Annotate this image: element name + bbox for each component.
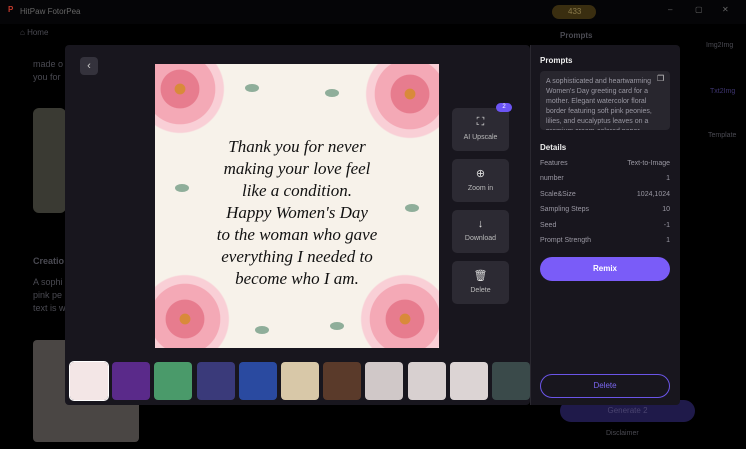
maximize-icon[interactable]: ▢ bbox=[695, 5, 703, 14]
app-title: HitPaw FotorPea bbox=[20, 7, 81, 16]
detail-value: -1 bbox=[663, 221, 670, 229]
home-nav[interactable]: ⌂ Home bbox=[20, 28, 48, 37]
minimize-icon[interactable]: – bbox=[668, 5, 672, 14]
zoom-in-label: Zoom in bbox=[467, 185, 494, 192]
app-logo-icon: P bbox=[8, 5, 14, 14]
title-bar: P HitPaw FotorPea 433 – ▢ ✕ bbox=[0, 0, 746, 24]
thumbnail[interactable] bbox=[407, 362, 446, 400]
thumbnail[interactable] bbox=[449, 362, 488, 400]
thumbnail[interactable] bbox=[69, 361, 109, 401]
thumbnail[interactable] bbox=[323, 362, 362, 400]
bg-snippet: made o you for bbox=[33, 59, 64, 82]
detail-value: Text-to-Image bbox=[627, 160, 670, 167]
remix-button[interactable]: Remix bbox=[540, 257, 670, 281]
coin-balance[interactable]: 433 bbox=[552, 5, 596, 19]
detail-key: Seed bbox=[540, 221, 557, 229]
thumbnail[interactable] bbox=[281, 362, 319, 400]
trash-icon: 🗑 bbox=[473, 270, 488, 282]
thumbnail[interactable] bbox=[238, 362, 277, 400]
bg-prompts-title: Prompts bbox=[560, 31, 593, 40]
cost-badge: 2 bbox=[496, 103, 512, 112]
home-label: Home bbox=[27, 28, 49, 37]
detail-row: Features Text-to-Image bbox=[540, 160, 670, 167]
thumbnail[interactable] bbox=[492, 362, 530, 400]
delete-button[interactable]: Delete bbox=[540, 374, 670, 398]
back-button[interactable]: ‹ bbox=[80, 57, 98, 75]
sidebar-img2img[interactable]: Img2Img bbox=[706, 42, 733, 49]
delete-label: Delete bbox=[470, 287, 491, 294]
detail-key: Features bbox=[540, 160, 568, 167]
copy-icon[interactable]: ❐ bbox=[657, 74, 664, 83]
delete-image-button[interactable]: 🗑 Delete bbox=[452, 261, 509, 304]
detail-row: Seed -1 bbox=[540, 222, 670, 229]
download-button[interactable]: ↓ Download bbox=[452, 210, 509, 253]
ai-upscale-button[interactable]: ⛶ AI Upscale bbox=[452, 108, 509, 151]
bg-snippet-2: A sophi pink pe text is w bbox=[33, 277, 66, 313]
close-icon[interactable]: ✕ bbox=[722, 5, 729, 14]
detail-row: Scale&Size 1024,1024 bbox=[540, 191, 670, 198]
generated-image: Thank you for never making your love feel… bbox=[155, 64, 439, 348]
sidebar-txt2img[interactable]: Txt2Img bbox=[710, 88, 735, 95]
zoom-in-icon: ⊕ bbox=[475, 168, 486, 180]
prompt-text[interactable]: A sophisticated and heartwarming Women's… bbox=[540, 71, 670, 130]
prompts-title: Prompts bbox=[540, 56, 573, 65]
detail-value: 1 bbox=[666, 237, 670, 244]
detail-row: Sampling Steps 10 bbox=[540, 206, 670, 213]
detail-row: Prompt Strength 1 bbox=[540, 237, 670, 244]
thumbnail[interactable] bbox=[112, 362, 151, 400]
bg-image bbox=[33, 108, 66, 213]
detail-key: Prompt Strength bbox=[540, 237, 591, 244]
download-label: Download bbox=[464, 235, 497, 242]
upscale-icon: ⛶ bbox=[476, 116, 485, 128]
disclaimer-link[interactable]: Disclaimer bbox=[606, 430, 639, 437]
ai-upscale-label: AI Upscale bbox=[463, 134, 498, 141]
detail-row: number 1 bbox=[540, 175, 670, 182]
detail-value: 1 bbox=[666, 175, 670, 183]
bg-creation-title: Creatio bbox=[33, 256, 65, 266]
detail-value: 1024,1024 bbox=[636, 190, 670, 198]
thumbnail[interactable] bbox=[365, 362, 404, 400]
detail-key: number bbox=[540, 175, 564, 183]
detail-key: Sampling Steps bbox=[540, 206, 590, 214]
download-icon: ↓ bbox=[477, 218, 484, 230]
card-text: Thank you for never making your love feel… bbox=[216, 137, 378, 288]
zoom-in-button[interactable]: ⊕ Zoom in bbox=[452, 159, 509, 202]
detail-value: 10 bbox=[662, 206, 670, 214]
detail-key: Scale&Size bbox=[540, 190, 576, 198]
sidebar-template[interactable]: Template bbox=[708, 132, 736, 139]
thumbnail[interactable] bbox=[154, 362, 193, 400]
thumbnail[interactable] bbox=[196, 362, 235, 400]
details-title: Details bbox=[540, 143, 567, 152]
